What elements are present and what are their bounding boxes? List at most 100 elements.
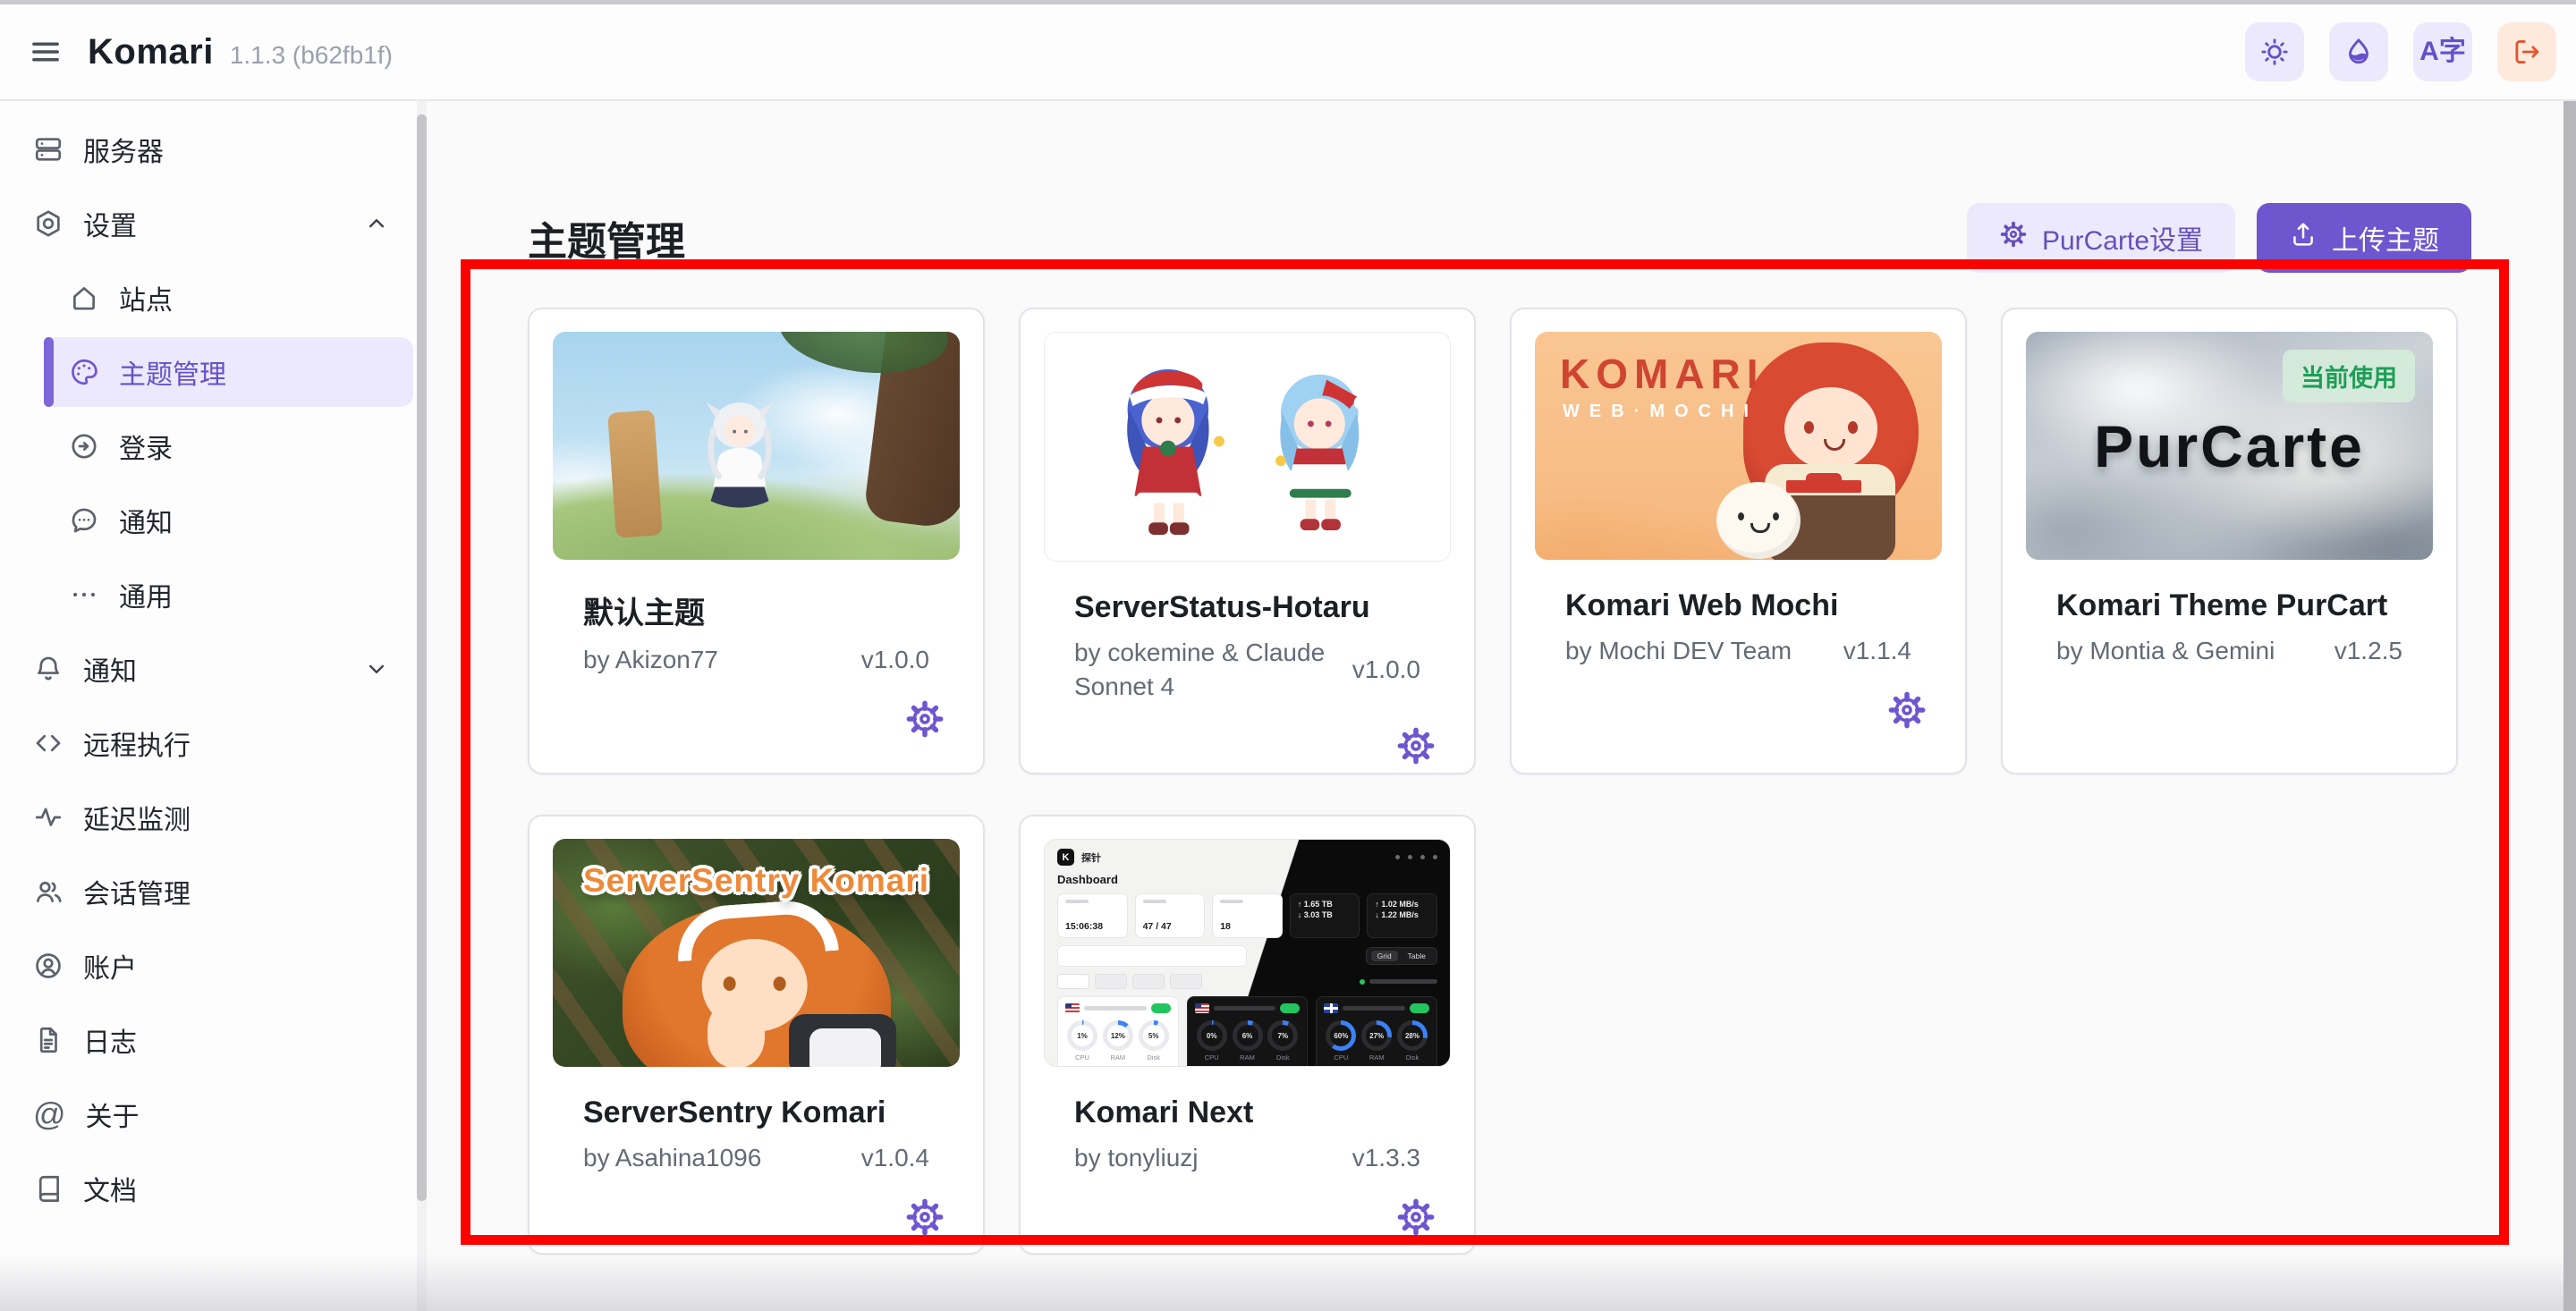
theme-preview-image bbox=[553, 332, 960, 560]
purcarte-settings-label: PurCarte设置 bbox=[2042, 218, 2203, 258]
theme-card: PurCarte当前使用Komari Theme PurCartby Monti… bbox=[2001, 308, 2458, 774]
sidebar-item-site[interactable]: 站点 bbox=[44, 263, 413, 333]
sidebar-item-remote-execution[interactable]: 远程执行 bbox=[13, 708, 413, 778]
theme-card: K探针Dashboard15:06:3847 / 4718↑ 1.65 TB↓ … bbox=[1019, 815, 1476, 1255]
doc-icon bbox=[33, 1173, 64, 1204]
menu-button[interactable] bbox=[20, 26, 72, 78]
mini-server-card: 1%CPU12%RAM5%Disk bbox=[1057, 996, 1179, 1067]
code-icon bbox=[33, 728, 64, 758]
mochi-mascot bbox=[1716, 482, 1801, 559]
sidebar: 服务器设置站点主题管理登录通知通用通知远程执行延迟监测会话管理账户日志@关于文档 bbox=[0, 101, 427, 1311]
sidebar-item-notifications[interactable]: 通知 bbox=[13, 634, 413, 704]
theme-card: KOMARIWEB·MOCHIKomari Web Mochiby Mochi … bbox=[1510, 308, 1967, 774]
theme-version: v1.0.0 bbox=[1352, 656, 1420, 684]
theme-light-button[interactable] bbox=[2245, 22, 2304, 81]
flag-icon bbox=[1195, 1003, 1209, 1013]
preview-title-text: KOMARI bbox=[1560, 350, 1765, 398]
flag-icon bbox=[1324, 1003, 1338, 1013]
sidebar-item-about[interactable]: @关于 bbox=[13, 1079, 413, 1149]
sidebar-item-label: 远程执行 bbox=[83, 723, 191, 763]
decor bbox=[809, 1028, 881, 1067]
sidebar-item-label: 主题管理 bbox=[119, 352, 226, 392]
sidebar-item-servers[interactable]: 服务器 bbox=[13, 114, 413, 184]
theme-settings-button[interactable] bbox=[1886, 689, 1928, 731]
mini-server-card: 0%CPU6%RAM7%Disk bbox=[1187, 996, 1309, 1067]
decor bbox=[1395, 855, 1437, 859]
theme-card-grid: 默认主题by Akizon77v1.0.0ServerStatus-Hotaru… bbox=[528, 308, 2576, 1255]
home-icon bbox=[69, 283, 99, 313]
mini-stat-card: ↑ 1.65 TB↓ 3.03 TB bbox=[1290, 893, 1360, 938]
page-header-row: 主题管理 PurCarte设置 上传主题 bbox=[528, 202, 2471, 274]
upload-theme-button[interactable]: 上传主题 bbox=[2257, 203, 2471, 273]
app-title: Komari bbox=[88, 32, 214, 72]
at-icon: @ bbox=[33, 1098, 66, 1130]
message-icon bbox=[69, 505, 99, 536]
decor bbox=[607, 410, 663, 537]
theme-settings-button[interactable] bbox=[904, 1197, 945, 1238]
sidebar-item-settings[interactable]: 设置 bbox=[13, 189, 413, 258]
upload-theme-label: 上传主题 bbox=[2332, 218, 2439, 258]
theme-version: v1.3.3 bbox=[1352, 1144, 1420, 1172]
theme-author: by Akizon77 bbox=[583, 643, 852, 677]
page-title: 主题管理 bbox=[528, 209, 685, 266]
sidebar-item-label: 设置 bbox=[83, 204, 137, 243]
sidebar-item-logs[interactable]: 日志 bbox=[13, 1005, 413, 1075]
decor bbox=[1806, 473, 1842, 493]
sidebar-item-label: 账户 bbox=[83, 946, 137, 985]
logout-button[interactable] bbox=[2497, 22, 2556, 81]
page-actions: PurCarte设置 上传主题 bbox=[1967, 203, 2471, 273]
sidebar-item-label: 文档 bbox=[83, 1169, 137, 1208]
activity-icon bbox=[33, 802, 64, 833]
theme-settings-button[interactable] bbox=[1395, 1197, 1436, 1238]
main-scrollbar[interactable] bbox=[2563, 101, 2576, 1311]
purcarte-settings-button[interactable]: PurCarte设置 bbox=[1967, 203, 2235, 273]
preview-subtitle-text: WEB·MOCHI bbox=[1563, 402, 1758, 422]
sidebar-item-login[interactable]: 登录 bbox=[44, 411, 413, 481]
theme-author: by Mochi DEV Team bbox=[1565, 634, 1834, 668]
settings-icon bbox=[33, 208, 64, 239]
sidebar-item-docs[interactable]: 文档 bbox=[13, 1154, 413, 1223]
sidebar-item-label: 通知 bbox=[83, 649, 137, 689]
color-appearance-button[interactable] bbox=[2329, 22, 2388, 81]
theme-preview-image: KOMARI WEB·MOCHI bbox=[1535, 332, 1942, 560]
sidebar-item-label: 通用 bbox=[119, 575, 173, 614]
theme-version: v1.0.4 bbox=[861, 1144, 929, 1172]
theme-card: ServerSentry KomariServerSentry Komariby… bbox=[528, 815, 985, 1255]
theme-title: ServerSentry Komari bbox=[583, 1095, 929, 1130]
upload-icon bbox=[2289, 220, 2318, 256]
sidebar-item-theme-management[interactable]: 主题管理 bbox=[44, 337, 413, 407]
sidebar-item-label: 通知 bbox=[119, 501, 173, 540]
drop-icon bbox=[2343, 36, 2375, 68]
theme-card: 默认主题by Akizon77v1.0.0 bbox=[528, 308, 985, 774]
theme-version: v1.1.4 bbox=[1843, 637, 1911, 665]
sidebar-item-session-management[interactable]: 会话管理 bbox=[13, 857, 413, 926]
sidebar-item-account[interactable]: 账户 bbox=[13, 931, 413, 1001]
sidebar-item-latency-monitoring[interactable]: 延迟监测 bbox=[13, 782, 413, 852]
online-badge bbox=[1280, 1003, 1300, 1013]
mini-stat-card: ↑ 1.02 MB/s↓ 1.22 MB/s bbox=[1367, 893, 1437, 938]
app-header: Komari 1.1.3 (b62fb1f) A字 bbox=[0, 4, 2576, 101]
current-theme-badge: 当前使用 bbox=[2283, 350, 2415, 402]
theme-preview-image: PurCarte当前使用 bbox=[2026, 332, 2433, 560]
bell-icon bbox=[33, 654, 64, 684]
logout-icon bbox=[2511, 36, 2543, 68]
sidebar-item-label: 日志 bbox=[83, 1020, 137, 1060]
sidebar-scrollbar[interactable] bbox=[417, 101, 427, 1311]
theme-settings-button[interactable] bbox=[1395, 725, 1436, 766]
hamburger-icon bbox=[27, 33, 64, 71]
sidebar-item-label: 站点 bbox=[119, 278, 173, 317]
theme-card: ServerStatus-Hotaruby cokemine & Claude … bbox=[1019, 308, 1476, 774]
language-button[interactable]: A字 bbox=[2413, 22, 2472, 81]
sidebar-item-notification-settings[interactable]: 通知 bbox=[44, 486, 413, 555]
decor bbox=[708, 1000, 765, 1067]
log-icon bbox=[33, 1025, 64, 1055]
theme-title: ServerStatus-Hotaru bbox=[1074, 590, 1420, 625]
main-content: 主题管理 PurCarte设置 上传主题 默认主题by Akizon77v1.0… bbox=[427, 101, 2576, 1311]
theme-author: by tonyliuzj bbox=[1074, 1141, 1343, 1175]
theme-version: v1.2.5 bbox=[2334, 637, 2402, 665]
theme-settings-button[interactable] bbox=[904, 698, 945, 740]
mini-stat-card: 18 bbox=[1212, 893, 1283, 938]
sidebar-item-general[interactable]: 通用 bbox=[44, 560, 413, 630]
mini-search-bar bbox=[1057, 945, 1247, 967]
theme-title: Komari Next bbox=[1074, 1095, 1420, 1130]
